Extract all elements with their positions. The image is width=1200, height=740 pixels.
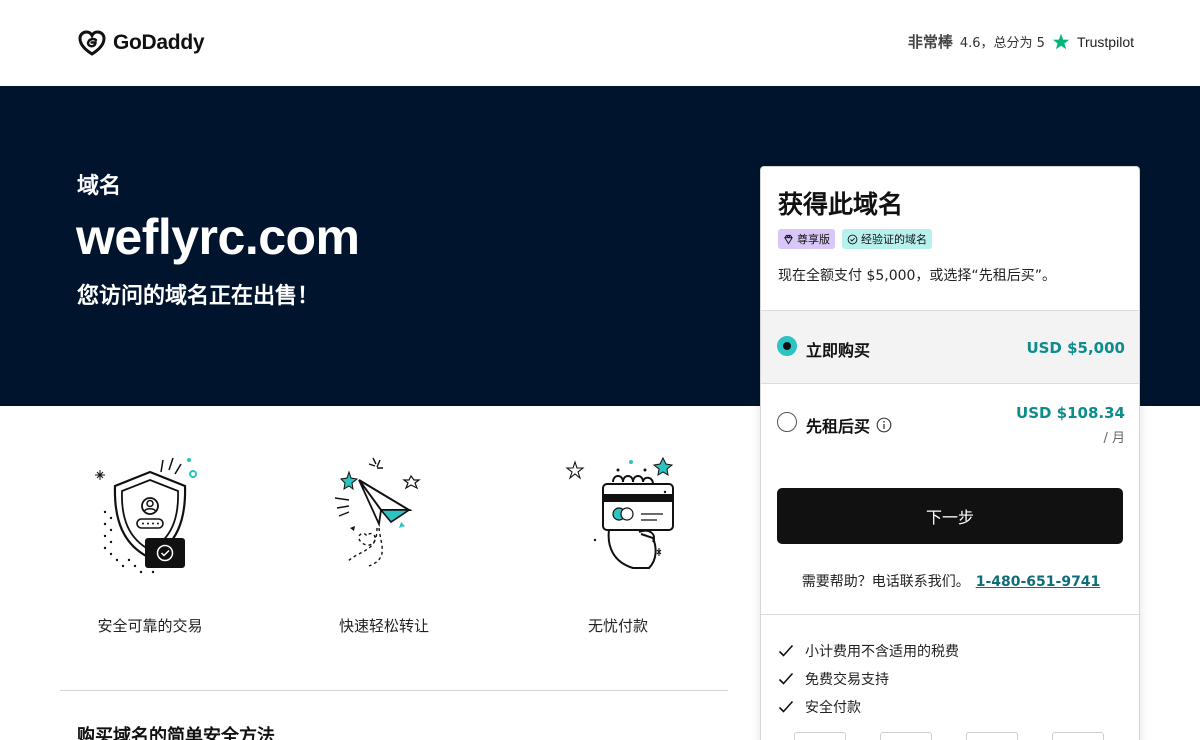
section-divider [60,690,728,691]
hero-category: 域名 [77,174,122,199]
checkmark-icon [778,672,794,685]
payment-logo [880,732,932,740]
next-button[interactable]: 下一步 [777,488,1123,544]
checkmark-icon [778,644,794,657]
card-title: 获得此域名 [778,190,904,219]
benefit-list: 小计费用不含适用的税费 免费交易支持 安全付款 [778,637,959,721]
rating-score: 4.6，总分为 5 [959,36,1045,51]
trustpilot-rating[interactable]: 非常棒 4.6，总分为 5 Trustpilot [908,31,1134,52]
godaddy-logo[interactable]: GoDaddy [77,29,205,57]
premium-badge-label: 尊享版 [797,233,830,246]
payment-logo [794,732,846,740]
card-description: 现在全额支付 $5,000，或选择“先租后买”。 [778,268,1056,284]
feature-transfer: 快速轻松转让 [294,450,474,636]
payment-logo [966,732,1018,740]
trustpilot-label: Trustpilot [1076,33,1134,50]
verified-check-icon [847,234,858,244]
hero-subtitle: 您访问的域名正在出售！ [77,284,320,309]
option-buy-now[interactable]: 立即购买 USD $5,000 [761,310,1139,383]
option-lease-to-own[interactable]: 先租后买 USD $108.34 / 月 [761,383,1139,465]
buy-now-label: 立即购买 [806,341,871,360]
feature-caption: 无忧付款 [587,617,648,635]
lease-period: / 月 [1103,431,1125,446]
buy-now-radio[interactable] [777,336,797,356]
domain-name: weflyrc.com [76,209,360,265]
diamond-icon [784,234,793,244]
benefit-item: 小计费用不含适用的税费 [778,637,959,665]
verified-badge-label: 经验证的域名 [861,233,927,246]
card-divider [761,614,1139,615]
benefit-text: 免费交易支持 [805,672,889,688]
rating-word: 非常棒 [907,33,953,51]
card-payment-icon [565,456,674,569]
shield-icon [95,457,197,574]
help-text: 需要帮助？电话联系我们。 [801,574,970,590]
godaddy-logo-icon [78,30,106,56]
info-icon[interactable] [876,417,892,433]
help-line: 需要帮助？电话联系我们。 1-480-651-9741 [761,571,1139,591]
paper-plane-icon [334,457,421,567]
payment-logos [794,732,1104,740]
trustpilot-star-icon [1052,33,1070,49]
benefit-text: 安全付款 [805,700,861,716]
lease-label: 先租后买 [806,417,871,436]
top-bar: GoDaddy 非常棒 4.6，总分为 5 Trustpilot [0,0,1200,86]
benefit-item: 安全付款 [778,693,959,721]
phone-link[interactable]: 1-480-651-9741 [976,574,1101,590]
benefit-item: 免费交易支持 [778,665,959,693]
logo-text: GoDaddy [113,31,205,54]
buy-now-price: USD $5,000 [1026,339,1125,357]
purchase-card: 获得此域名 尊享版 经验证的域名 现在全额支付 $5,000，或选择“先租后买”… [760,166,1140,740]
feature-secure: 安全可靠的交易 [60,450,240,636]
checkmark-icon [778,700,794,713]
verified-badge: 经验证的域名 [842,229,932,249]
how-to-buy-title: 购买域名的简单安全方法 [77,726,275,740]
benefit-text: 小计费用不含适用的税费 [805,644,959,660]
feature-caption: 安全可靠的交易 [97,617,203,635]
feature-caption: 快速轻松转让 [338,617,429,635]
payment-logo [1052,732,1104,740]
badge-row: 尊享版 经验证的域名 [778,229,932,249]
premium-badge: 尊享版 [778,229,835,249]
lease-label-group: 先租后买 [806,413,892,437]
lease-radio[interactable] [777,412,797,432]
lease-price: USD $108.34 [1016,404,1125,422]
feature-payment: 无忧付款 [528,450,708,636]
